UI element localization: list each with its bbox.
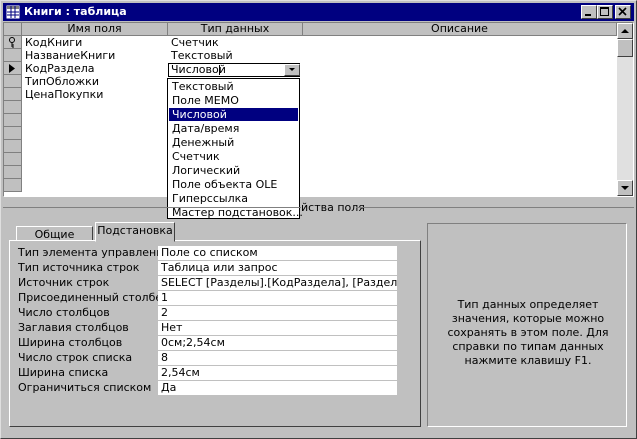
property-value[interactable]: 0см;2,54см	[158, 336, 397, 350]
row-selector[interactable]	[4, 179, 22, 192]
minimize-icon	[585, 14, 591, 16]
property-label: Число строк списка	[18, 351, 133, 364]
property-label: Ограничиться списком	[18, 381, 152, 394]
property-label: Тип источника строк	[18, 261, 140, 274]
property-label: Ширина столбцов	[18, 336, 123, 349]
dropdown-item-datetime[interactable]: Дата/время	[169, 122, 298, 135]
grid-vertical-scrollbar[interactable]	[617, 23, 633, 196]
dropdown-item-hyperlink[interactable]: Гиперссылка	[169, 192, 298, 205]
help-hint-panel: Тип данных определяет значения, которые …	[427, 223, 627, 427]
separator	[356, 207, 634, 208]
close-button[interactable]	[615, 5, 631, 19]
property-label: Источник строк	[18, 276, 110, 289]
row-selector[interactable]	[4, 88, 22, 101]
separator	[3, 207, 301, 208]
window-title: Книги : таблица	[24, 5, 127, 18]
property-value[interactable]: Таблица или запрос	[158, 261, 397, 275]
chevron-down-icon	[289, 68, 295, 71]
property-value[interactable]: Нет	[158, 321, 397, 335]
property-value[interactable]: 2,54см	[158, 366, 397, 380]
tab-lookup[interactable]: Подстановка	[95, 222, 175, 242]
row-pointer-icon	[9, 64, 15, 73]
lookup-tab-panel: Тип элемента управления Поле со списком …	[9, 240, 421, 427]
property-value[interactable]: 1	[158, 291, 397, 305]
scroll-up-button[interactable]	[617, 23, 633, 39]
maximize-button[interactable]	[597, 5, 613, 19]
field-name-cell[interactable]: ЦенаПокупки	[22, 88, 103, 101]
grid-corner	[4, 23, 22, 36]
column-header-description[interactable]: Описание	[303, 23, 617, 36]
table-design-window: Книги : таблица Имя поля Тип данных Опис…	[0, 0, 637, 439]
property-label: Присоединенный столбец	[18, 291, 170, 304]
row-selector[interactable]	[4, 75, 22, 88]
property-value[interactable]: 8	[158, 351, 397, 365]
scroll-thumb[interactable]	[617, 39, 633, 57]
help-hint-text: Тип данных определяет значения, которые …	[447, 298, 609, 367]
property-label: Ширина списка	[18, 366, 109, 379]
dropdown-item-autonumber[interactable]: Счетчик	[169, 150, 298, 163]
dropdown-item-memo[interactable]: Поле MEMO	[169, 94, 298, 107]
property-value[interactable]: 2	[158, 306, 397, 320]
dropdown-item-yesno[interactable]: Логический	[169, 164, 298, 177]
minimize-button[interactable]	[581, 5, 597, 19]
dropdown-item-ole[interactable]: Поле объекта OLE	[169, 178, 298, 191]
field-properties-label: йства поля	[301, 201, 365, 214]
field-name-cell[interactable]: КодРаздела	[22, 62, 95, 75]
column-header-data-type[interactable]: Тип данных	[168, 23, 303, 36]
row-selector[interactable]	[4, 127, 22, 140]
field-name-cell[interactable]: НазваниеКниги	[22, 49, 115, 62]
row-selector[interactable]	[4, 114, 22, 127]
dropdown-item-text[interactable]: Текстовый	[169, 80, 298, 93]
row-selector[interactable]	[4, 166, 22, 179]
primary-key-icon	[9, 37, 15, 48]
scroll-down-button[interactable]	[617, 180, 633, 196]
data-type-cell[interactable]: Счетчик	[168, 36, 219, 49]
property-label: Тип элемента управления	[18, 246, 170, 259]
data-type-dropdown-list[interactable]: Текстовый Поле MEMO Числовой Дата/время …	[167, 78, 303, 219]
dropdown-item-number[interactable]: Числовой	[169, 108, 298, 121]
row-selector[interactable]	[4, 140, 22, 153]
maximize-icon	[600, 7, 609, 16]
data-type-combobox-value: Числовой	[171, 63, 226, 76]
row-selector[interactable]	[4, 101, 22, 114]
field-name-cell[interactable]: ТипОбложки	[22, 75, 99, 88]
row-selector[interactable]	[4, 49, 22, 62]
data-type-cell[interactable]: Текстовый	[168, 49, 233, 62]
arrow-down-icon	[621, 186, 629, 190]
row-selector[interactable]	[4, 153, 22, 166]
property-value[interactable]: Поле со списком	[158, 246, 397, 260]
property-label: Заглавия столбцов	[18, 321, 129, 334]
dropdown-item-currency[interactable]: Денежный	[169, 136, 298, 149]
close-icon	[618, 7, 627, 16]
row-selector[interactable]	[4, 36, 22, 49]
text-caret	[219, 65, 220, 75]
data-type-combobox[interactable]: Числовой	[168, 63, 300, 77]
title-bar[interactable]: Книги : таблица	[3, 3, 634, 21]
property-value[interactable]: SELECT [Разделы].[КодРаздела], [Разделы	[158, 276, 397, 290]
field-name-cell[interactable]: КодКниги	[22, 36, 82, 49]
column-header-field-name[interactable]: Имя поля	[22, 23, 168, 36]
data-type-dropdown-button[interactable]	[284, 64, 300, 76]
arrow-up-icon	[621, 29, 629, 33]
row-selector[interactable]	[4, 62, 22, 75]
property-value[interactable]: Да	[158, 381, 397, 395]
field-grid: Имя поля Тип данных Описание КодКниги Сч…	[3, 22, 634, 197]
property-label: Число столбцов	[18, 306, 110, 319]
table-icon	[6, 5, 20, 19]
